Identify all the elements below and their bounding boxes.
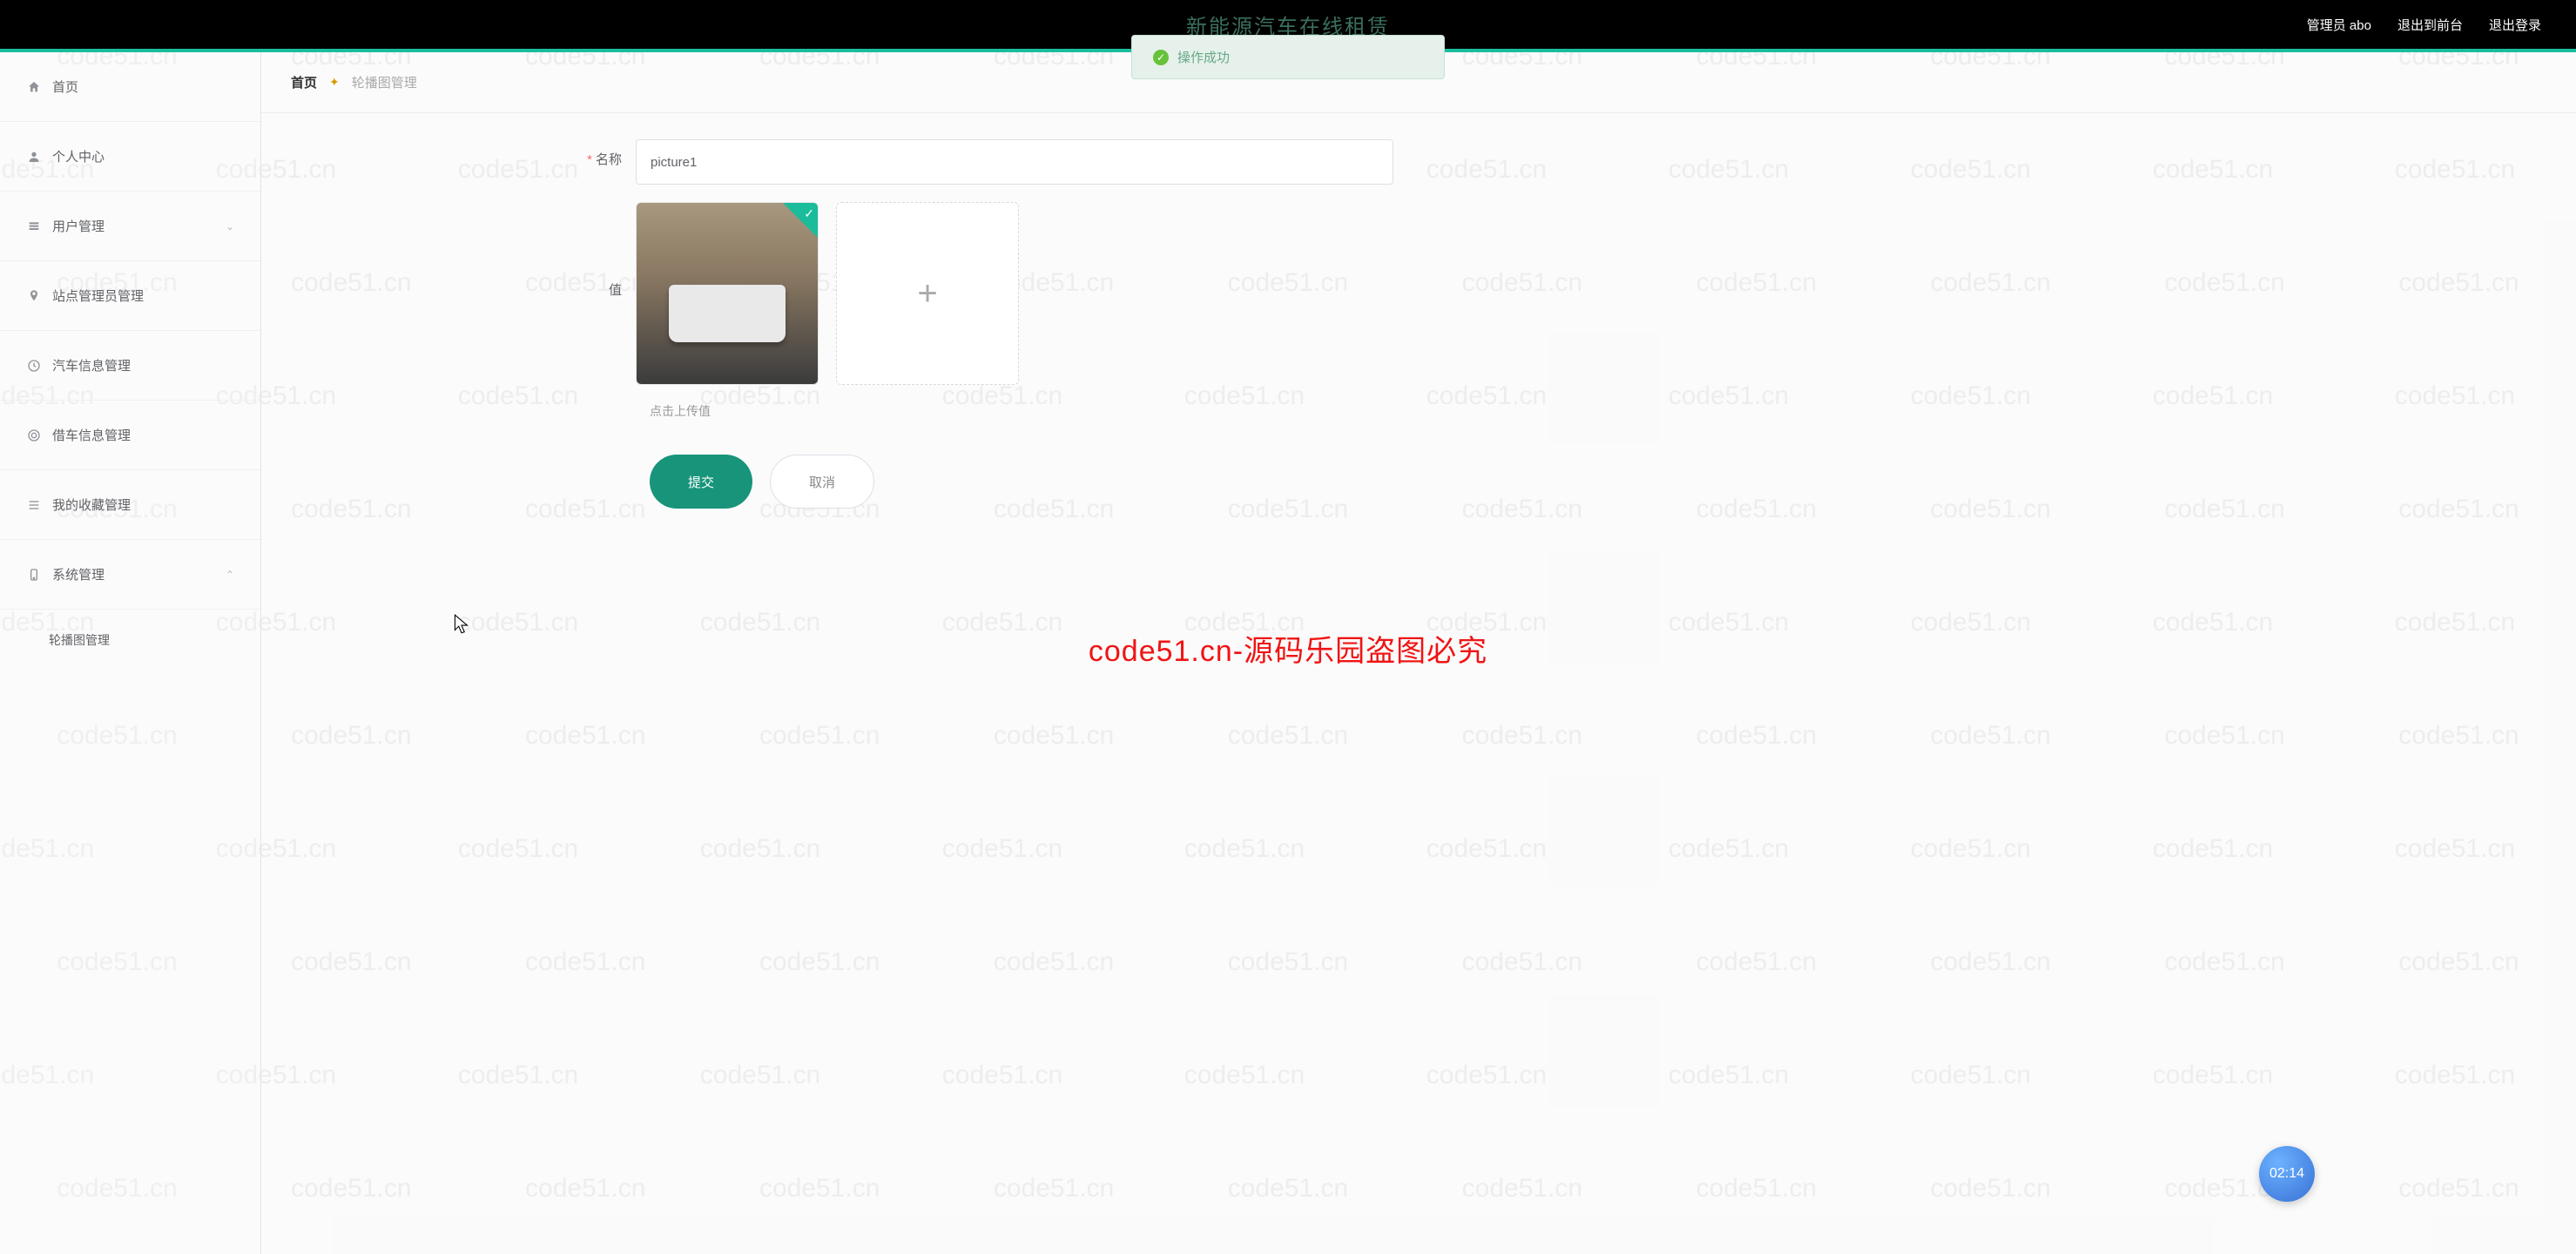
- chevron-up-icon: ⌃: [226, 569, 234, 581]
- breadcrumb-home[interactable]: 首页: [291, 73, 317, 91]
- sidebar-item-site-admin[interactable]: 站点管理员管理: [0, 261, 260, 331]
- submit-button[interactable]: 提交: [650, 455, 752, 509]
- breadcrumb-separator-icon: ✦: [329, 75, 340, 90]
- clock-icon: [26, 358, 42, 374]
- sidebar-subitem-carousel[interactable]: 轮播图管理: [0, 610, 260, 671]
- phone-icon: [26, 567, 42, 583]
- float-timer-badge[interactable]: 02:14: [2259, 1146, 2315, 1202]
- target-icon: [26, 428, 42, 443]
- sidebar-item-label: 汽车信息管理: [52, 356, 131, 374]
- sidebar-item-borrow-info[interactable]: 借车信息管理: [0, 401, 260, 470]
- user-icon: [26, 149, 42, 165]
- cancel-button[interactable]: 取消: [770, 455, 874, 509]
- sidebar-item-label: 我的收藏管理: [52, 496, 131, 514]
- sidebar-item-label: 站点管理员管理: [52, 287, 144, 305]
- sidebar: 首页 个人中心 用户管理 ⌄ 站点管理员管理 汽车信息管理: [0, 52, 261, 1254]
- sidebar-item-user-mgmt[interactable]: 用户管理 ⌄: [0, 192, 260, 261]
- sidebar-item-label: 个人中心: [52, 147, 105, 165]
- value-label: 值: [261, 202, 636, 299]
- admin-label[interactable]: 管理员 abo: [2307, 16, 2371, 34]
- sidebar-item-home[interactable]: 首页: [0, 52, 260, 122]
- sidebar-item-favorites[interactable]: 我的收藏管理: [0, 470, 260, 540]
- uploaded-image-thumb[interactable]: [636, 202, 819, 385]
- sidebar-item-system[interactable]: 系统管理 ⌃: [0, 540, 260, 610]
- main-content: 首页 ✦ 轮播图管理 *名称 值: [261, 52, 2576, 1254]
- list-icon: [26, 497, 42, 513]
- sidebar-item-label: 轮播图管理: [49, 631, 110, 649]
- sidebar-item-label: 用户管理: [52, 217, 105, 235]
- toast-text: 操作成功: [1177, 48, 1230, 66]
- name-label: *名称: [261, 139, 636, 168]
- home-icon: [26, 79, 42, 95]
- users-icon: [26, 219, 42, 234]
- exit-front-link[interactable]: 退出到前台: [2397, 16, 2463, 34]
- sidebar-item-label: 借车信息管理: [52, 426, 131, 444]
- sidebar-item-car-info[interactable]: 汽车信息管理: [0, 331, 260, 401]
- sidebar-item-profile[interactable]: 个人中心: [0, 122, 260, 192]
- sidebar-item-label: 首页: [52, 78, 78, 96]
- check-corner-icon: [783, 203, 818, 238]
- check-icon: ✓: [1153, 50, 1169, 65]
- breadcrumb-current: 轮播图管理: [352, 73, 417, 91]
- plus-icon: +: [917, 274, 937, 314]
- upload-add-button[interactable]: +: [836, 202, 1019, 385]
- success-toast: ✓ 操作成功: [1131, 35, 1445, 79]
- logout-link[interactable]: 退出登录: [2489, 16, 2541, 34]
- pin-icon: [26, 288, 42, 304]
- chevron-down-icon: ⌄: [226, 220, 234, 233]
- sidebar-item-label: 系统管理: [52, 565, 105, 583]
- upload-hint: 点击上传值: [261, 402, 2541, 420]
- name-input[interactable]: [636, 139, 1393, 185]
